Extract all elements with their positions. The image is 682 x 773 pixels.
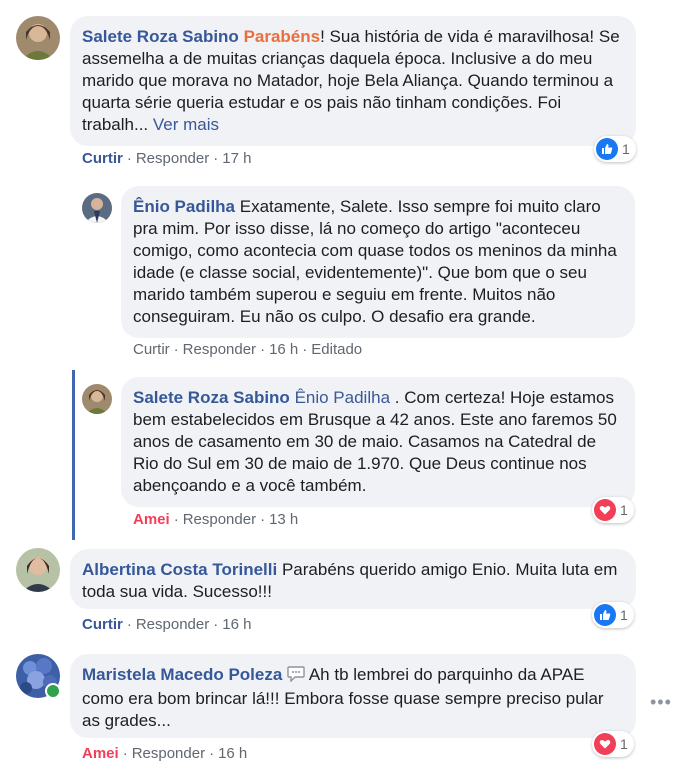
comment-author[interactable]: Ênio Padilha — [133, 197, 235, 216]
separator: · — [126, 150, 132, 167]
reaction-badge[interactable]: 1 — [592, 602, 634, 628]
comment-mention[interactable]: Ênio Padilha — [295, 388, 390, 407]
reply-button[interactable]: Responder — [136, 616, 209, 633]
like-button[interactable]: Curtir — [133, 341, 170, 358]
separator: · — [213, 616, 219, 633]
see-more-link[interactable]: Ver mais — [153, 115, 219, 134]
thread-highlight-line — [72, 370, 75, 540]
comment-actions: Amei · Responder · 16 h — [82, 745, 247, 762]
comment-author[interactable]: Salete Roza Sabino — [133, 388, 290, 407]
comment-bubble: Salete Roza Sabino Ênio Padilha . Com ce… — [121, 377, 635, 507]
comment-bubble: Maristela Macedo Poleza Ah tb lembrei do… — [70, 654, 636, 738]
reply-button[interactable]: Responder — [183, 341, 256, 358]
more-options-icon[interactable]: ••• — [650, 692, 672, 713]
timestamp[interactable]: 16 h — [222, 616, 251, 633]
reaction-badge[interactable]: 1 — [592, 731, 634, 757]
comment-author[interactable]: Salete Roza Sabino — [82, 27, 239, 46]
separator: · — [209, 745, 215, 762]
edited-label[interactable]: Editado — [311, 341, 362, 358]
heart-icon — [594, 499, 616, 521]
comment-actions: Amei · Responder · 13 h — [133, 511, 298, 528]
timestamp[interactable]: 13 h — [269, 511, 298, 528]
comment-text: Exatamente, Salete. Isso sempre foi muit… — [133, 197, 617, 326]
avatar[interactable] — [16, 548, 60, 592]
reaction-count: 1 — [620, 736, 628, 752]
comment-bubble: Albertina Costa Torinelli Parabéns queri… — [70, 549, 636, 609]
comment-bubble: Ênio Padilha Exatamente, Salete. Isso se… — [121, 186, 635, 338]
reaction-badge[interactable]: 1 — [592, 497, 634, 523]
separator: · — [173, 511, 179, 528]
separator: · — [260, 341, 266, 358]
comment-actions: Curtir · Responder · 17 h — [82, 150, 251, 167]
reply-button[interactable]: Responder — [132, 745, 205, 762]
separator: · — [122, 745, 128, 762]
love-button[interactable]: Amei — [133, 511, 170, 528]
separator: · — [213, 150, 219, 167]
heart-icon — [594, 733, 616, 755]
online-status-dot — [45, 683, 61, 699]
avatar[interactable] — [82, 193, 112, 223]
separator: · — [260, 511, 266, 528]
timestamp[interactable]: 17 h — [222, 150, 251, 167]
avatar[interactable] — [16, 16, 60, 60]
reply-button[interactable]: Responder — [183, 511, 256, 528]
speech-bubble-emoji-icon — [287, 666, 305, 688]
reply-button[interactable]: Responder — [136, 150, 209, 167]
separator: · — [126, 616, 132, 633]
thumbs-up-icon — [596, 138, 618, 160]
reaction-badge[interactable]: 1 — [594, 136, 636, 162]
like-button[interactable]: Curtir — [82, 150, 123, 167]
comment-actions: Curtir · Responder · 16 h — [82, 616, 251, 633]
thumbs-up-icon — [594, 604, 616, 626]
comment-author[interactable]: Albertina Costa Torinelli — [82, 560, 277, 579]
like-button[interactable]: Curtir — [82, 616, 123, 633]
separator: · — [302, 341, 308, 358]
love-button[interactable]: Amei — [82, 745, 119, 762]
comment-author[interactable]: Maristela Macedo Poleza — [82, 665, 282, 684]
comment-mention[interactable]: Parabéns — [244, 27, 321, 46]
comment-bubble: Salete Roza Sabino Parabéns! Sua históri… — [70, 16, 636, 146]
comment-actions: Curtir · Responder · 16 h · Editado — [133, 341, 362, 358]
reaction-count: 1 — [620, 607, 628, 623]
timestamp[interactable]: 16 h — [218, 745, 247, 762]
timestamp[interactable]: 16 h — [269, 341, 298, 358]
reaction-count: 1 — [620, 502, 628, 518]
separator: · — [173, 341, 179, 358]
reaction-count: 1 — [622, 141, 630, 157]
avatar[interactable] — [82, 384, 112, 414]
